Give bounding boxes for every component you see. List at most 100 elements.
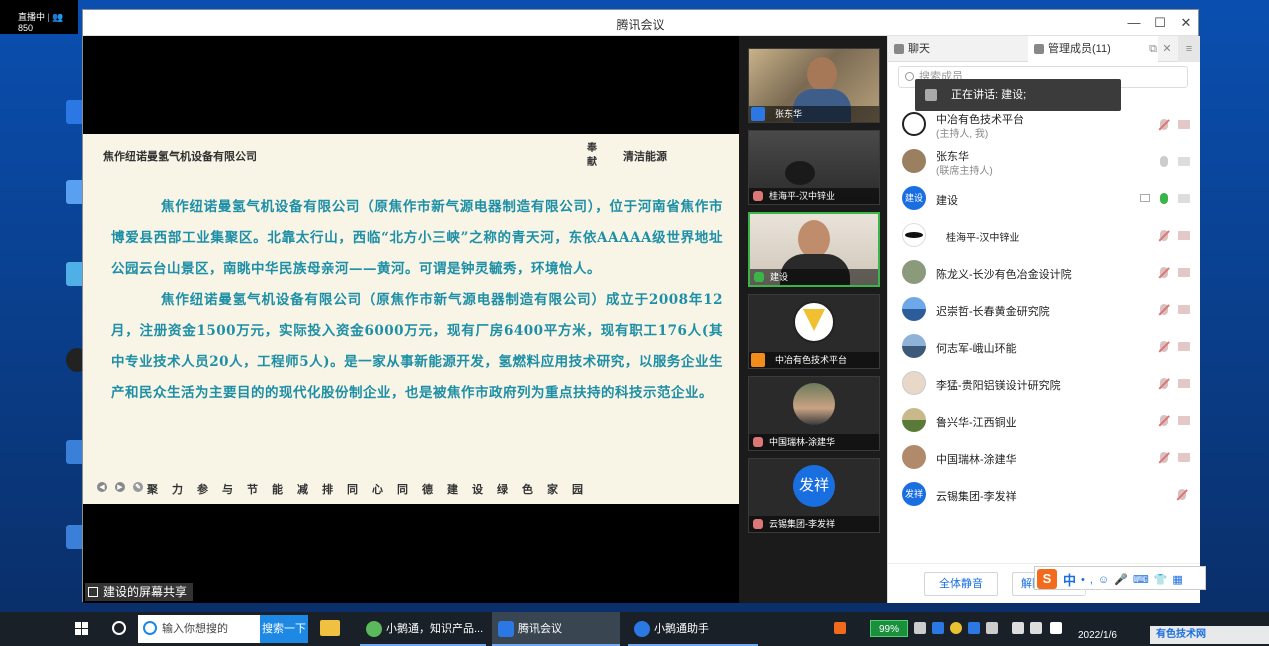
member-row[interactable]: 张东华 (联席主持人) bbox=[888, 143, 1201, 180]
mic-muted-icon[interactable] bbox=[1160, 452, 1168, 463]
mic-icon[interactable] bbox=[1160, 193, 1168, 204]
panel-close-icon[interactable]: ✕ bbox=[1160, 36, 1174, 62]
taskbar-search-placeholder: 输入你想搜的 bbox=[162, 623, 228, 635]
video-tile[interactable]: 张东华 bbox=[748, 48, 880, 123]
volume-icon[interactable] bbox=[1030, 622, 1042, 634]
screen-share-label-text: 建设的屏幕共享 bbox=[103, 585, 188, 599]
taskbar-app-xiaoetong-assistant[interactable]: 小鹅通助手 bbox=[628, 612, 758, 646]
tab-members[interactable]: 管理成员(11) bbox=[1028, 36, 1158, 62]
mic-muted-icon[interactable] bbox=[1160, 415, 1168, 426]
mic-muted-icon[interactable] bbox=[1160, 230, 1168, 241]
maximize-icon[interactable]: ☐ bbox=[1149, 13, 1171, 33]
video-tile[interactable]: 中冶有色技术平台 bbox=[748, 294, 880, 369]
camera-off-icon[interactable] bbox=[1178, 231, 1190, 240]
member-row[interactable]: 鲁兴华-江西铜业 bbox=[888, 402, 1201, 439]
mic-muted-icon bbox=[753, 191, 763, 201]
taskbar-app-xiaoetong[interactable]: 小鹅通，知识产品... bbox=[360, 612, 486, 646]
mic-muted-icon[interactable] bbox=[1160, 267, 1168, 278]
ime-language[interactable]: 中 bbox=[1063, 570, 1076, 589]
next-page-icon[interactable]: ▶ bbox=[115, 482, 125, 492]
title-bar: 腾讯会议 — ☐ ✕ bbox=[83, 10, 1198, 36]
avatar bbox=[902, 112, 926, 136]
mic-muted-icon[interactable] bbox=[1160, 119, 1168, 130]
mic-muted-icon bbox=[753, 437, 763, 447]
member-row[interactable]: 发祥 云锡集团-李发祥 bbox=[888, 476, 1201, 513]
activate-windows-watermark: 激活 Windows bbox=[1080, 588, 1163, 603]
member-row[interactable]: 中国瑞林-涂建华 bbox=[888, 439, 1201, 476]
mic-muted-icon[interactable] bbox=[1160, 341, 1168, 352]
tile-name: 云锡集团-李发祥 bbox=[769, 519, 835, 529]
mic-muted-icon[interactable] bbox=[1178, 489, 1186, 500]
member-row[interactable]: 陈龙义-长沙有色冶金设计院 bbox=[888, 254, 1201, 291]
members-icon bbox=[1034, 44, 1044, 54]
tray-icon[interactable] bbox=[968, 622, 980, 634]
mic-muted-icon[interactable] bbox=[1160, 378, 1168, 389]
windows-start-icon[interactable] bbox=[68, 612, 96, 646]
mic-icon[interactable] bbox=[1160, 156, 1168, 167]
tray-icon[interactable] bbox=[932, 622, 944, 634]
member-row[interactable]: 迟崇哲-长春黄金研究院 bbox=[888, 291, 1201, 328]
host-icon bbox=[751, 353, 765, 367]
video-tile[interactable]: 建设 bbox=[748, 212, 880, 287]
taskbar-app-tencent-meeting[interactable]: 腾讯会议 bbox=[492, 612, 620, 646]
tray-icon[interactable] bbox=[986, 622, 998, 634]
panel-menu-icon[interactable]: ≡ bbox=[1178, 36, 1200, 62]
member-name: 李猛-贵阳铝镁设计研究院 bbox=[936, 380, 1061, 392]
panel-tabs: 聊天 管理成员(11) ⧉ ✕ ≡ bbox=[888, 36, 1200, 62]
side-panel: 聊天 管理成员(11) ⧉ ✕ ≡ 搜索成员 中冶有色技术平台 (主持人, 我)… bbox=[887, 36, 1200, 603]
live-label: 直播中 bbox=[18, 12, 46, 22]
tray-icon[interactable] bbox=[914, 622, 926, 634]
tray-icon[interactable] bbox=[950, 622, 962, 634]
tile-name: 桂海平-汉中锌业 bbox=[769, 191, 835, 201]
close-icon[interactable]: ✕ bbox=[1175, 13, 1197, 33]
tab-chat-label: 聊天 bbox=[908, 43, 930, 55]
member-row[interactable]: 建设 建设 bbox=[888, 180, 1201, 217]
member-name: 中国瑞林-涂建华 bbox=[936, 454, 1017, 466]
video-tile[interactable]: 发祥 云锡集团-李发祥 bbox=[748, 458, 880, 533]
video-tile[interactable]: 中国瑞林-涂建华 bbox=[748, 376, 880, 451]
avatar bbox=[793, 301, 835, 343]
sogou-tray-icon[interactable] bbox=[834, 622, 846, 634]
browser-icon bbox=[143, 621, 157, 635]
member-row[interactable]: 桂海平-汉中锌业 bbox=[888, 217, 1201, 254]
ime-tray-icon[interactable] bbox=[1050, 622, 1062, 634]
taskbar-app-label: 小鹅通，知识产品... bbox=[386, 623, 484, 635]
camera-off-icon[interactable] bbox=[1178, 305, 1190, 314]
minimize-icon[interactable]: — bbox=[1123, 13, 1145, 33]
tile-caption: 张东华 bbox=[749, 106, 879, 122]
tab-chat[interactable]: 聊天 bbox=[888, 36, 1028, 62]
avatar bbox=[902, 334, 926, 358]
avatar bbox=[902, 445, 926, 469]
live-badge: 直播中 | 👥 850 bbox=[0, 0, 78, 34]
file-explorer-icon[interactable] bbox=[320, 620, 340, 636]
camera-off-icon[interactable] bbox=[1178, 379, 1190, 388]
member-row[interactable]: 李猛-贵阳铝镁设计研究院 bbox=[888, 365, 1201, 402]
network-icon[interactable] bbox=[1012, 622, 1024, 634]
member-row[interactable]: 中冶有色技术平台 (主持人, 我) bbox=[888, 106, 1201, 143]
camera-off-icon[interactable] bbox=[1178, 342, 1190, 351]
camera-off-icon[interactable] bbox=[1178, 416, 1190, 425]
popout-icon[interactable]: ⧉ bbox=[1146, 36, 1160, 62]
tile-caption: 云锡集团-李发祥 bbox=[749, 516, 879, 532]
camera-off-icon[interactable] bbox=[1178, 120, 1190, 129]
pen-icon[interactable]: ✎ bbox=[133, 482, 143, 492]
camera-off-icon[interactable] bbox=[1178, 453, 1190, 462]
prev-page-icon[interactable]: ◀ bbox=[97, 482, 107, 492]
mic-icon bbox=[754, 272, 764, 282]
host-icon bbox=[751, 107, 765, 121]
taskbar-search-button[interactable]: 搜索一下 bbox=[260, 615, 308, 643]
tile-name: 中国瑞林-涂建华 bbox=[769, 437, 835, 447]
clock-date[interactable]: 2022/1/6 bbox=[1078, 630, 1117, 641]
tile-name: 中冶有色技术平台 bbox=[775, 355, 848, 365]
mic-muted-icon[interactable] bbox=[1160, 304, 1168, 315]
camera-icon[interactable] bbox=[1178, 157, 1190, 166]
mute-all-button[interactable]: 全体静音 bbox=[924, 572, 998, 596]
member-row[interactable]: 何志军-峨山环能 bbox=[888, 328, 1201, 365]
camera-icon[interactable] bbox=[1178, 194, 1190, 203]
battery-indicator[interactable]: 99% bbox=[870, 620, 908, 637]
camera-off-icon[interactable] bbox=[1178, 268, 1190, 277]
cortana-icon[interactable] bbox=[112, 621, 126, 635]
taskbar-search-input[interactable]: 输入你想搜的 bbox=[138, 615, 260, 643]
video-tile[interactable]: 桂海平-汉中锌业 bbox=[748, 130, 880, 205]
avatar: 建设 bbox=[902, 186, 926, 210]
